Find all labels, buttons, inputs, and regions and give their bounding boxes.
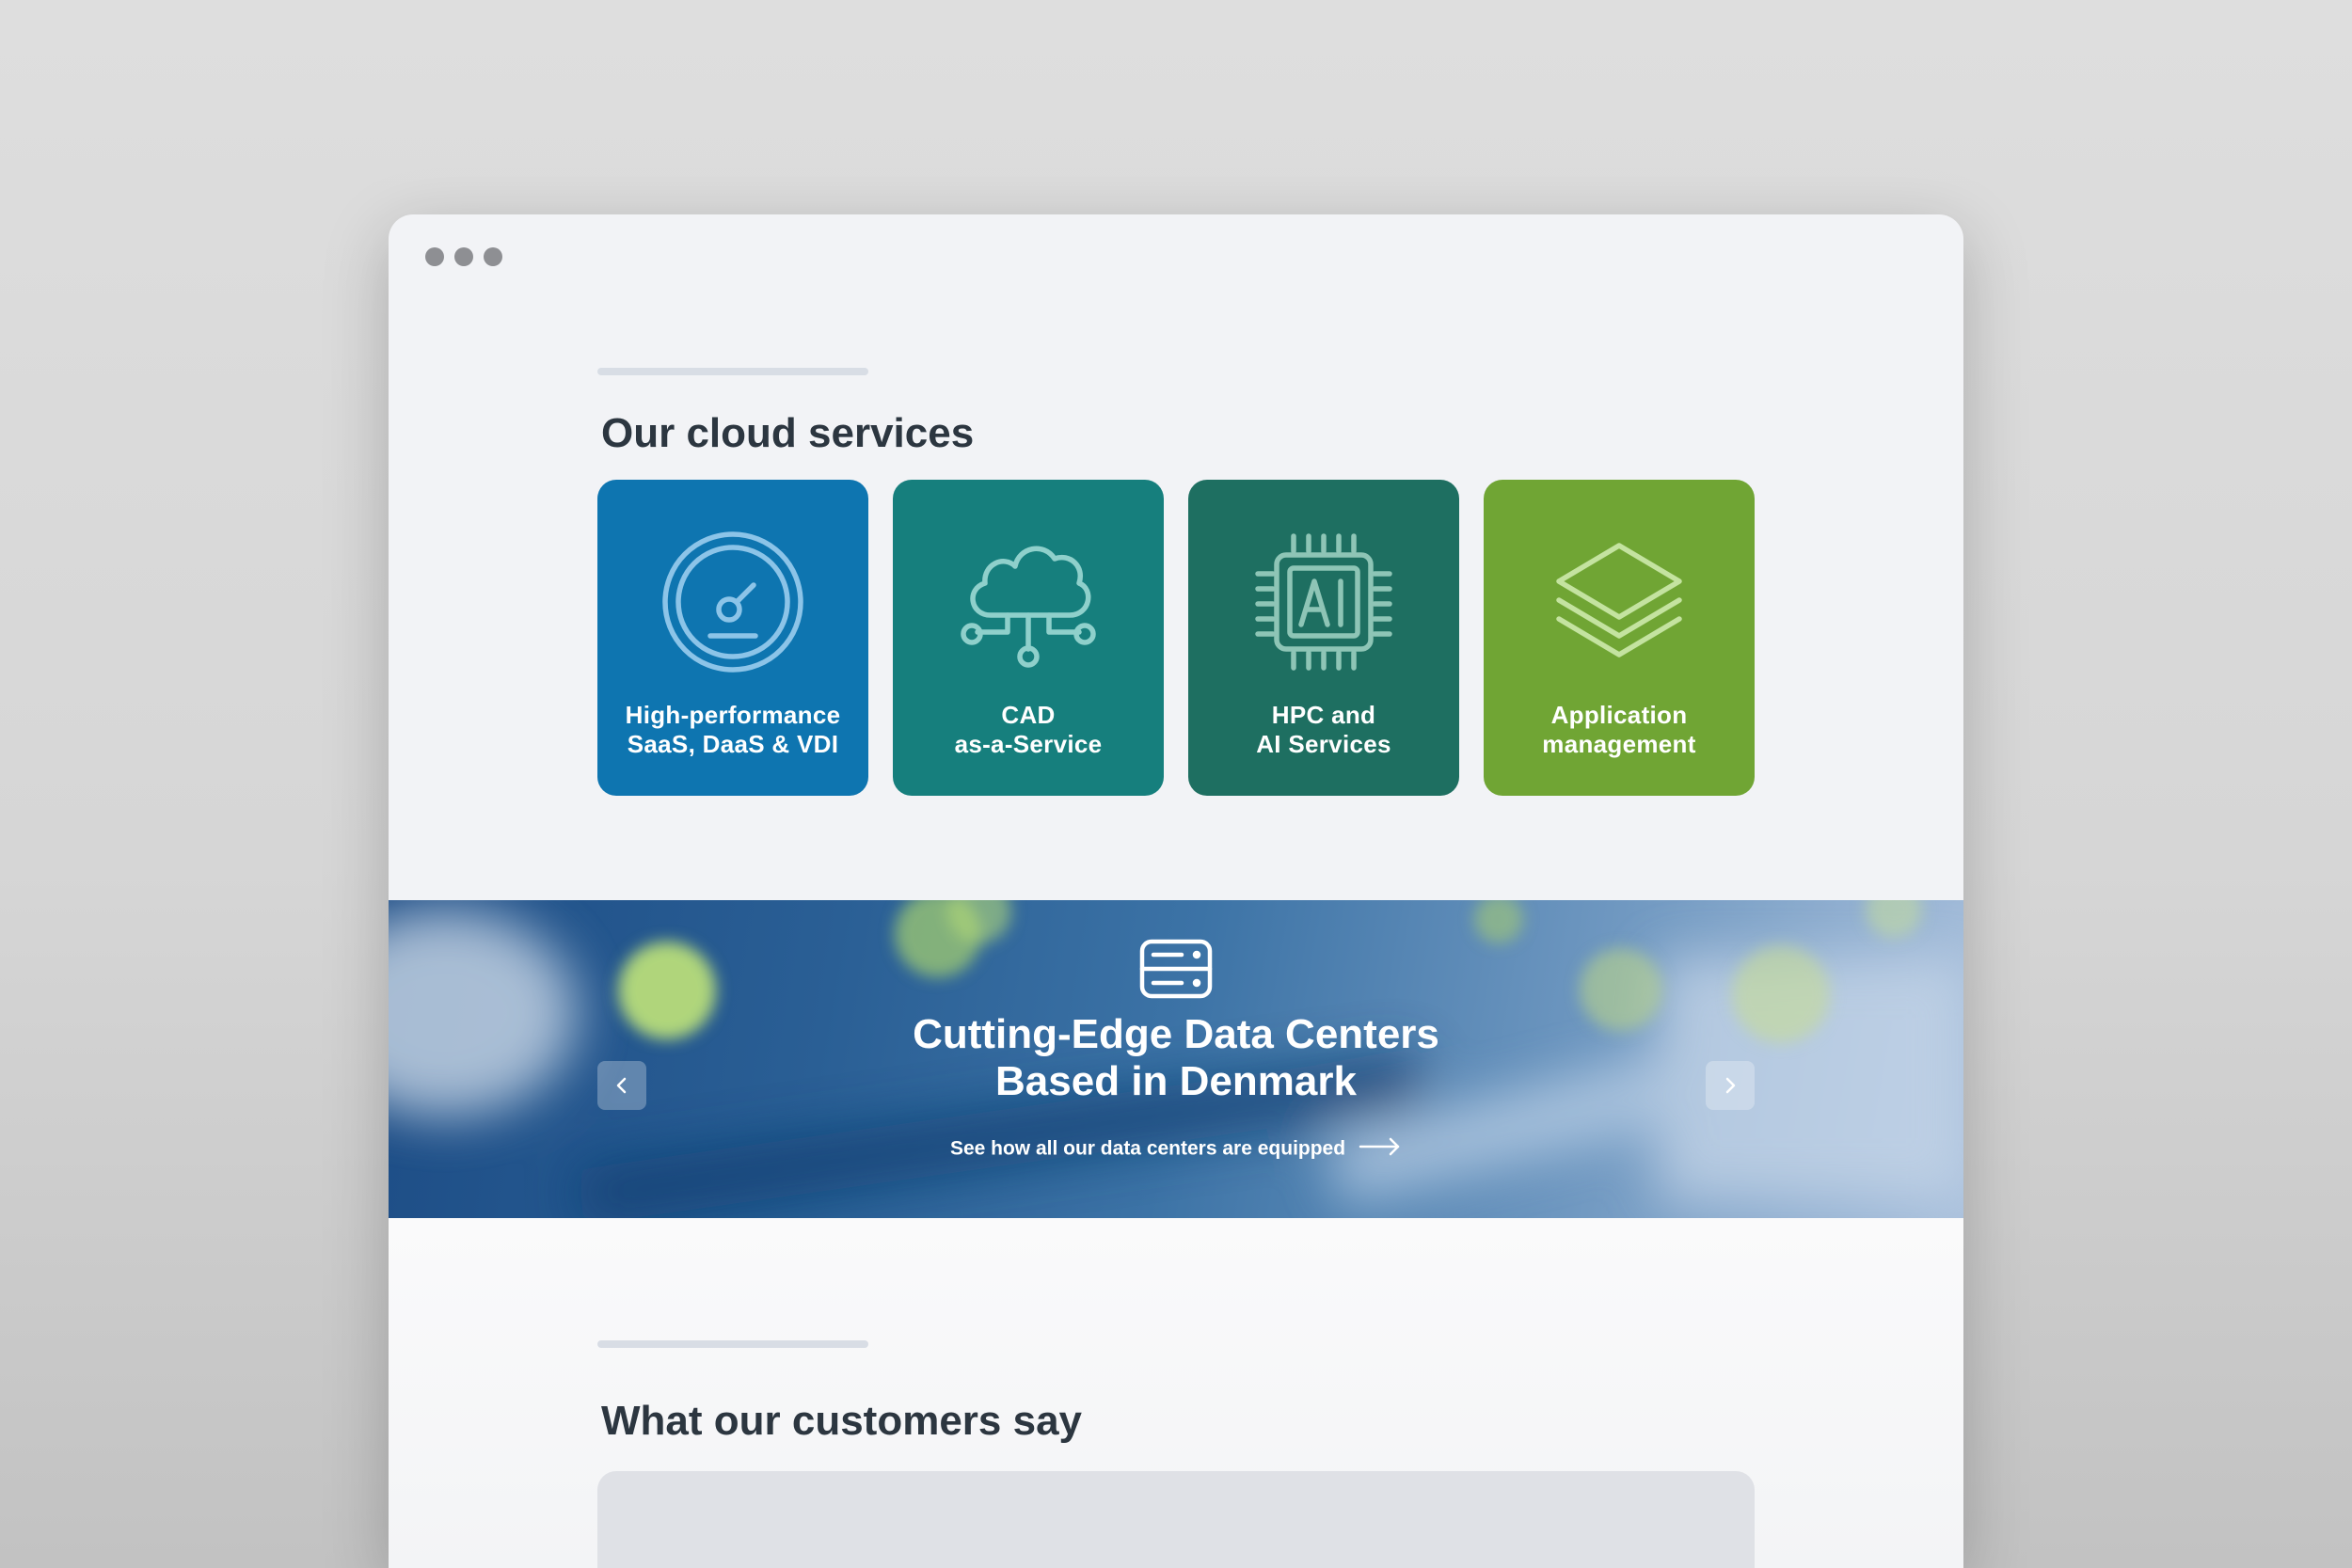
section-divider — [597, 1340, 868, 1348]
window-dot[interactable] — [454, 247, 473, 266]
service-card-saas[interactable]: High-performance SaaS, DaaS & VDI — [597, 480, 868, 796]
carousel-prev-button[interactable] — [597, 1061, 646, 1110]
service-card-cad[interactable]: CAD as-a-Service — [893, 480, 1164, 796]
data-center-banner: Cutting-Edge Data Centers Based in Denma… — [389, 900, 1963, 1218]
banner-link[interactable]: See how all our data centers are equippe… — [389, 1137, 1963, 1162]
services-heading: Our cloud services — [601, 410, 975, 456]
layers-icon — [1544, 529, 1694, 679]
service-card-label: Application management — [1542, 701, 1696, 758]
ai-chip-icon — [1248, 529, 1399, 679]
server-icon — [1138, 938, 1214, 1000]
service-card-label: High-performance SaaS, DaaS & VDI — [625, 701, 841, 758]
service-card-hpc-ai[interactable]: HPC and AI Services — [1188, 480, 1459, 796]
speedometer-icon — [658, 529, 808, 679]
testimonial-card — [597, 1471, 1755, 1568]
window-controls — [425, 247, 502, 266]
window-dot[interactable] — [484, 247, 502, 266]
window-dot[interactable] — [425, 247, 444, 266]
section-divider — [597, 368, 868, 375]
cloud-network-icon — [953, 529, 1104, 679]
arrow-right-icon — [1359, 1137, 1402, 1162]
services-grid: High-performance SaaS, DaaS & VDI CAD as… — [597, 480, 1755, 796]
service-card-label: CAD as-a-Service — [954, 701, 1103, 758]
chevron-left-icon — [616, 1077, 627, 1094]
browser-window: Our cloud services High-performance SaaS… — [389, 214, 1963, 1568]
carousel-next-button[interactable] — [1706, 1061, 1755, 1110]
testimonials-heading: What our customers say — [601, 1398, 1083, 1444]
service-card-application-management[interactable]: Application management — [1484, 480, 1755, 796]
chevron-right-icon — [1725, 1077, 1736, 1094]
service-card-label: HPC and AI Services — [1256, 701, 1391, 758]
